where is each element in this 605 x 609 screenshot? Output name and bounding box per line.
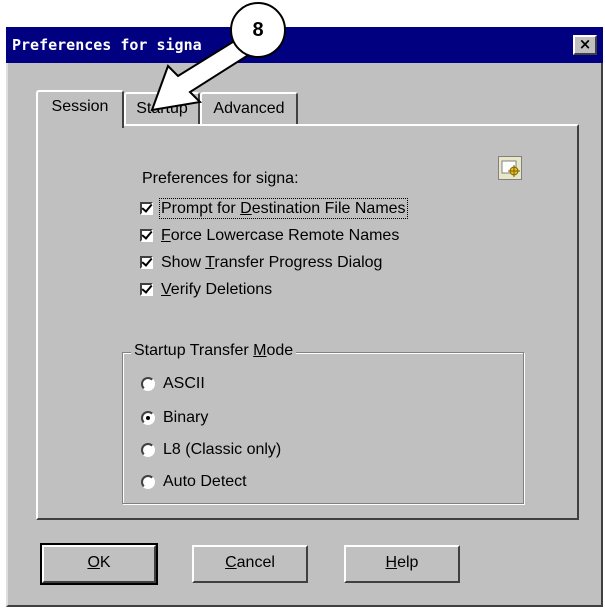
checkbox-prompt-destination[interactable]: Prompt for Destination File Names bbox=[140, 198, 408, 222]
checkbox-verify-deletions[interactable]: Verify Deletions bbox=[140, 281, 272, 303]
radio-l8[interactable]: L8 (Classic only) bbox=[141, 441, 281, 459]
checkbox-icon[interactable] bbox=[140, 256, 153, 270]
radio-icon[interactable] bbox=[141, 376, 155, 391]
radio-l8-label: L8 (Classic only) bbox=[163, 441, 282, 458]
help-label: elp bbox=[397, 554, 419, 571]
checkbox-icon[interactable] bbox=[140, 229, 153, 243]
mnemonic: M bbox=[253, 342, 267, 359]
radio-ascii-label: ASCII bbox=[163, 375, 205, 392]
ok-label: K bbox=[99, 554, 111, 571]
radio-icon[interactable] bbox=[141, 474, 155, 489]
cancel-label: ancel bbox=[236, 554, 275, 571]
radio-binary-label: Binary bbox=[163, 409, 209, 426]
group-label-before: Startup Transfer bbox=[134, 342, 254, 359]
mnemonic: D bbox=[240, 200, 252, 217]
checkbox-verify-label: erify Deletions bbox=[170, 281, 273, 298]
radio-ascii[interactable]: ASCII bbox=[141, 375, 205, 393]
checkbox-show-transfer-progress[interactable]: Show Transfer Progress Dialog bbox=[140, 254, 382, 276]
group-label-after: ode bbox=[266, 342, 294, 359]
radio-auto-label: Auto Detect bbox=[163, 473, 247, 490]
radio-binary[interactable]: Binary bbox=[141, 409, 208, 427]
checkbox-prompt-label: Prompt for bbox=[161, 200, 241, 217]
preferences-heading: Preferences for signa: bbox=[142, 170, 299, 187]
checkbox-icon[interactable] bbox=[140, 202, 153, 216]
ok-button[interactable]: OK bbox=[40, 543, 158, 585]
mnemonic: F bbox=[161, 227, 171, 244]
mnemonic: C bbox=[225, 554, 237, 571]
session-panel: Preferences for signa: Prompt for Destin… bbox=[36, 124, 579, 520]
mnemonic: O bbox=[87, 554, 100, 571]
group-label: Startup Transfer Mode bbox=[131, 342, 297, 360]
checkbox-icon[interactable] bbox=[140, 283, 153, 297]
mnemonic: T bbox=[205, 254, 215, 271]
help-button[interactable]: Help bbox=[344, 545, 460, 583]
radio-icon[interactable] bbox=[141, 442, 155, 457]
checkbox-force-label: orce Lowercase Remote Names bbox=[170, 227, 400, 244]
cancel-button[interactable]: Cancel bbox=[192, 545, 308, 583]
checkbox-show-label-prefix: Show bbox=[161, 254, 206, 271]
checkbox-prompt-label-rest: estination File Names bbox=[251, 200, 406, 217]
preferences-icon bbox=[498, 156, 522, 180]
checkbox-force-lowercase[interactable]: Force Lowercase Remote Names bbox=[140, 227, 399, 249]
radio-auto-detect[interactable]: Auto Detect bbox=[141, 473, 247, 491]
annotation-callout: 8 bbox=[230, 2, 286, 58]
mnemonic: H bbox=[385, 554, 398, 571]
annotation-arrow bbox=[150, 38, 252, 112]
checkbox-show-label: ransfer Progress Dialog bbox=[214, 254, 383, 271]
radio-icon[interactable] bbox=[141, 410, 155, 425]
mnemonic: V bbox=[161, 281, 171, 298]
startup-transfer-mode-group: Startup Transfer Mode ASCII Binary L8 (C… bbox=[122, 342, 524, 504]
